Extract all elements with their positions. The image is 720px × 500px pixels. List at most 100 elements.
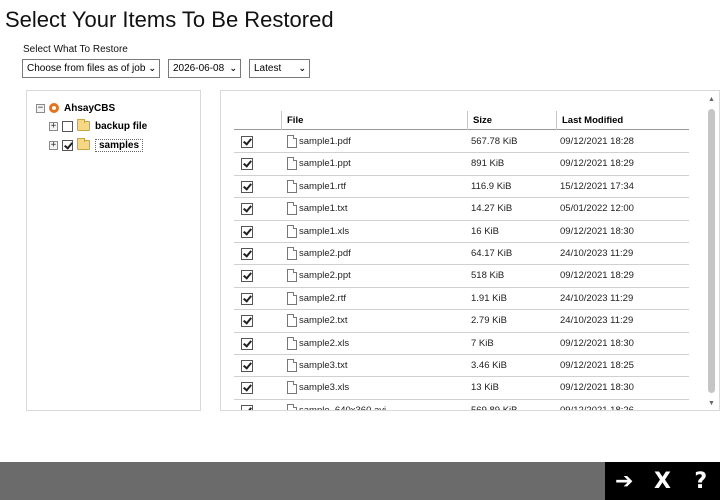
last-modified-cell: 09/12/2021 18:30 bbox=[560, 225, 634, 237]
tree-node-backup-file[interactable]: + backup file bbox=[49, 118, 147, 134]
restore-mode-value: Choose from files as of job bbox=[27, 63, 146, 74]
last-modified-cell: 24/10/2023 11:29 bbox=[560, 315, 634, 327]
file-name-cell: sample3.txt bbox=[299, 360, 348, 371]
file-size-cell: 64.17 KiB bbox=[471, 248, 513, 259]
checkbox[interactable] bbox=[62, 139, 73, 151]
tree-item-label: backup file bbox=[95, 120, 148, 132]
file-name-cell: sample2.ppt bbox=[299, 270, 351, 282]
footer-actions: ➔ X ? bbox=[605, 462, 720, 500]
last-modified-cell: 09/12/2021 18:29 bbox=[560, 270, 634, 282]
restore-mode-select[interactable]: Choose from files as of job ⌄ bbox=[22, 59, 160, 78]
table-row[interactable]: sample2.pdf 64.17 KiB 24/10/2023 11:29 bbox=[234, 243, 689, 266]
folder-tree-panel: − AhsayCBS + backup file + samples bbox=[26, 90, 201, 411]
row-checkbox[interactable] bbox=[241, 270, 253, 283]
table-row[interactable]: sample3.xls 13 KiB 09/12/2021 18:30 bbox=[234, 377, 689, 400]
tree-item-label: samples bbox=[95, 138, 144, 152]
row-checkbox[interactable] bbox=[241, 180, 253, 193]
row-checkbox[interactable] bbox=[241, 382, 253, 395]
collapse-icon[interactable]: − bbox=[36, 103, 45, 113]
arrow-right-icon[interactable]: ➔ bbox=[609, 469, 639, 494]
file-size-cell: 891 KiB bbox=[471, 158, 505, 170]
row-checkbox[interactable] bbox=[241, 136, 253, 148]
file-size-cell: 1.91 KiB bbox=[471, 292, 507, 304]
table-row[interactable]: sample_640x360.avi 569.89 KiB 09/12/2021 1… bbox=[234, 400, 689, 411]
file-icon bbox=[287, 314, 297, 328]
file-name-cell: sample2.txt bbox=[299, 315, 348, 327]
close-icon[interactable]: X bbox=[647, 469, 677, 494]
table-row[interactable]: sample1.txt 14.27 KiB 05/01/2022 12:00 bbox=[234, 198, 689, 221]
last-modified-cell: 24/10/2023 11:29 bbox=[560, 248, 634, 259]
file-icon bbox=[287, 359, 297, 372]
table-row[interactable]: sample3.txt 3.46 KiB 09/12/2021 18:25 bbox=[234, 355, 689, 378]
file-icon bbox=[287, 336, 297, 350]
page-title: Select Your Items To Be Restored bbox=[5, 7, 334, 32]
row-checkbox[interactable] bbox=[241, 404, 253, 410]
restore-label: Select What To Restore bbox=[23, 44, 128, 55]
file-size-cell: 7 KiB bbox=[471, 337, 494, 349]
file-icon bbox=[287, 157, 297, 171]
row-checkbox[interactable] bbox=[241, 203, 253, 216]
file-name-cell: sample1.txt bbox=[299, 203, 348, 215]
chevron-down-icon: ⌄ bbox=[229, 63, 237, 73]
table-row[interactable]: sample2.txt 2.79 KiB 24/10/2023 11:29 bbox=[234, 310, 689, 333]
tree-node-samples[interactable]: + samples bbox=[49, 137, 144, 153]
date-select[interactable]: 2026-06-08 ⌄ bbox=[168, 59, 241, 78]
file-icon bbox=[287, 381, 297, 395]
table-row[interactable]: sample2.xls 7 KiB 09/12/2021 18:30 bbox=[234, 333, 689, 355]
table-row[interactable]: sample1.xls 16 KiB 09/12/2021 18:30 bbox=[234, 221, 689, 243]
last-modified-cell: 05/01/2022 12:00 bbox=[560, 203, 634, 215]
file-name-cell: sample1.rtf bbox=[299, 180, 346, 192]
tree-node-root[interactable]: − AhsayCBS bbox=[36, 100, 115, 116]
file-icon bbox=[287, 179, 297, 193]
table-row[interactable]: sample2.ppt 518 KiB 09/12/2021 18:29 bbox=[234, 265, 689, 288]
scroll-up-icon[interactable]: ▲ bbox=[708, 96, 715, 103]
last-modified-cell: 09/12/2021 18:26 bbox=[560, 404, 634, 411]
file-size-cell: 16 KiB bbox=[471, 225, 499, 237]
row-checkbox[interactable] bbox=[241, 315, 253, 328]
tree-root-label: AhsayCBS bbox=[64, 102, 116, 114]
file-icon bbox=[287, 135, 297, 148]
scroll-thumb[interactable] bbox=[708, 109, 715, 393]
file-name-cell: sample2.xls bbox=[299, 337, 350, 349]
row-checkbox[interactable] bbox=[241, 360, 253, 372]
checkbox[interactable] bbox=[62, 120, 73, 132]
chevron-down-icon: ⌄ bbox=[148, 63, 156, 73]
file-icon bbox=[287, 291, 297, 305]
file-size-cell: 518 KiB bbox=[471, 270, 505, 282]
scrollbar[interactable]: ▲ ▼ bbox=[707, 96, 716, 407]
column-header-file[interactable]: File bbox=[281, 111, 467, 130]
file-list-panel: File Size Last Modified sample1.pdf 567.7… bbox=[220, 90, 720, 411]
row-checkbox[interactable] bbox=[241, 292, 253, 305]
file-size-cell: 2.79 KiB bbox=[471, 315, 507, 327]
last-modified-cell: 09/12/2021 18:25 bbox=[560, 360, 634, 371]
scroll-down-icon[interactable]: ▼ bbox=[708, 400, 715, 407]
last-modified-cell: 15/12/2021 17:34 bbox=[560, 180, 634, 192]
ahsay-logo-icon bbox=[49, 103, 59, 113]
last-modified-cell: 09/12/2021 18:30 bbox=[560, 337, 634, 349]
file-name-cell: sample3.xls bbox=[299, 382, 350, 394]
row-checkbox[interactable] bbox=[241, 158, 253, 171]
table-row[interactable]: sample1.ppt 891 KiB 09/12/2021 18:29 bbox=[234, 153, 689, 176]
file-size-cell: 567.78 KiB bbox=[471, 136, 518, 147]
version-select[interactable]: Latest ⌄ bbox=[249, 59, 310, 78]
row-checkbox[interactable] bbox=[241, 248, 253, 260]
folder-icon bbox=[77, 119, 90, 131]
footer-bar: ➔ X ? bbox=[0, 462, 720, 500]
table-row[interactable]: sample2.rtf 1.91 KiB 24/10/2023 11:29 bbox=[234, 288, 689, 311]
table-row[interactable]: sample1.rtf 116.9 KiB 15/12/2021 17:34 bbox=[234, 176, 689, 199]
file-name-cell: sample1.ppt bbox=[299, 158, 351, 170]
version-value: Latest bbox=[254, 63, 282, 74]
file-name-cell: sample2.rtf bbox=[299, 292, 346, 304]
row-checkbox[interactable] bbox=[241, 225, 253, 238]
row-checkbox[interactable] bbox=[241, 337, 253, 350]
help-icon[interactable]: ? bbox=[686, 469, 716, 494]
column-header-size[interactable]: Size bbox=[467, 111, 556, 130]
expand-icon[interactable]: + bbox=[49, 140, 58, 150]
table-row[interactable]: sample1.pdf 567.78 KiB 09/12/2021 18:28 bbox=[234, 131, 689, 154]
last-modified-cell: 24/10/2023 11:29 bbox=[560, 292, 634, 304]
file-icon bbox=[287, 247, 297, 260]
chevron-down-icon: ⌄ bbox=[298, 63, 306, 73]
column-header-modified[interactable]: Last Modified bbox=[556, 111, 689, 130]
file-size-cell: 3.46 KiB bbox=[471, 360, 507, 371]
expand-icon[interactable]: + bbox=[49, 121, 58, 131]
